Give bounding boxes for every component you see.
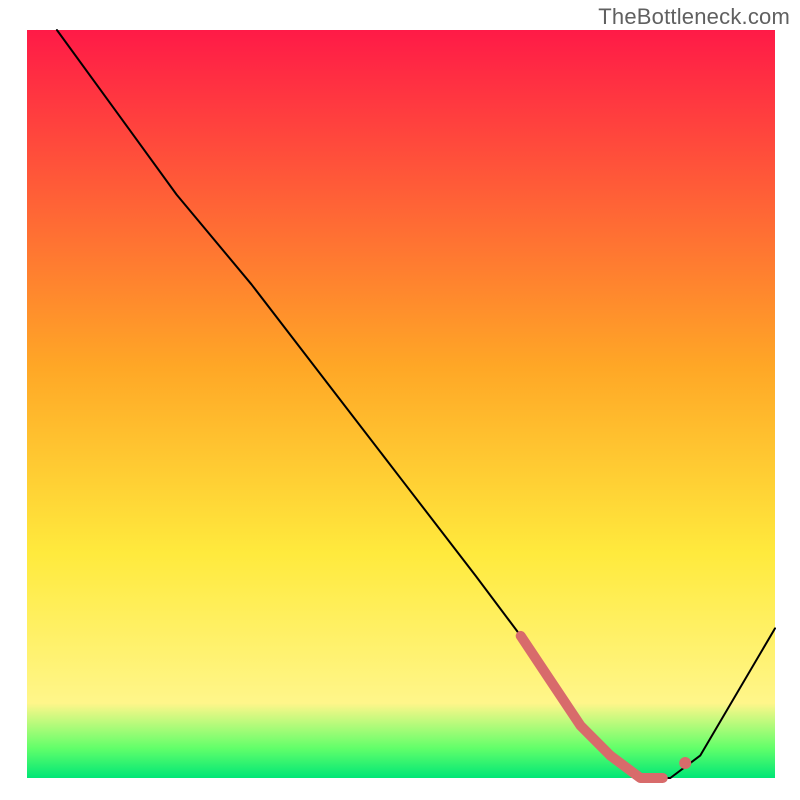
- highlight-dot: [679, 757, 691, 769]
- bottleneck-plot: [0, 0, 800, 800]
- watermark-label: TheBottleneck.com: [598, 4, 790, 30]
- chart-container: TheBottleneck.com: [0, 0, 800, 800]
